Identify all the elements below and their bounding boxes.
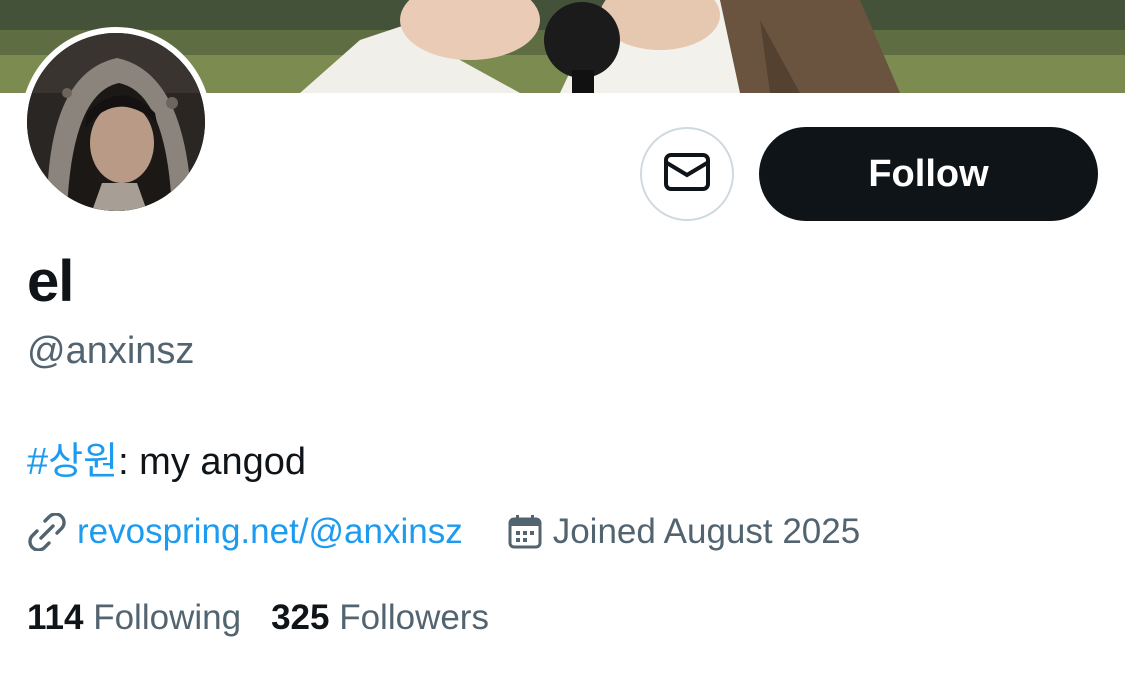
- following-count: 114: [27, 598, 84, 637]
- profile-meta: revospring.net/@anxinsz Joined August 20…: [27, 510, 860, 554]
- followers-label: Followers: [339, 598, 489, 637]
- following-link[interactable]: 114 Following: [27, 598, 241, 638]
- envelope-icon: [663, 152, 711, 197]
- avatar[interactable]: [27, 33, 205, 211]
- link-icon: [27, 512, 67, 552]
- follow-button-label: Follow: [868, 152, 989, 195]
- bio-text: : my angod: [118, 441, 307, 483]
- avatar-ring: [21, 27, 211, 217]
- bio-hashtag-link[interactable]: #상원: [27, 441, 118, 483]
- following-label: Following: [93, 598, 242, 637]
- follow-stats: 114 Following 325 Followers: [27, 598, 489, 638]
- followers-link[interactable]: 325 Followers: [271, 598, 489, 638]
- bio: #상원: my angod: [27, 430, 306, 485]
- message-button[interactable]: [640, 127, 734, 221]
- avatar-image: [27, 33, 205, 211]
- website-link[interactable]: revospring.net/@anxinsz: [77, 512, 463, 552]
- user-handle: @anxinsz: [27, 330, 195, 372]
- calendar-icon: [505, 512, 545, 552]
- joined-date: Joined August 2025: [552, 512, 861, 551]
- followers-count: 325: [271, 598, 330, 637]
- follow-button[interactable]: Follow: [759, 127, 1098, 221]
- display-name: el: [27, 249, 74, 314]
